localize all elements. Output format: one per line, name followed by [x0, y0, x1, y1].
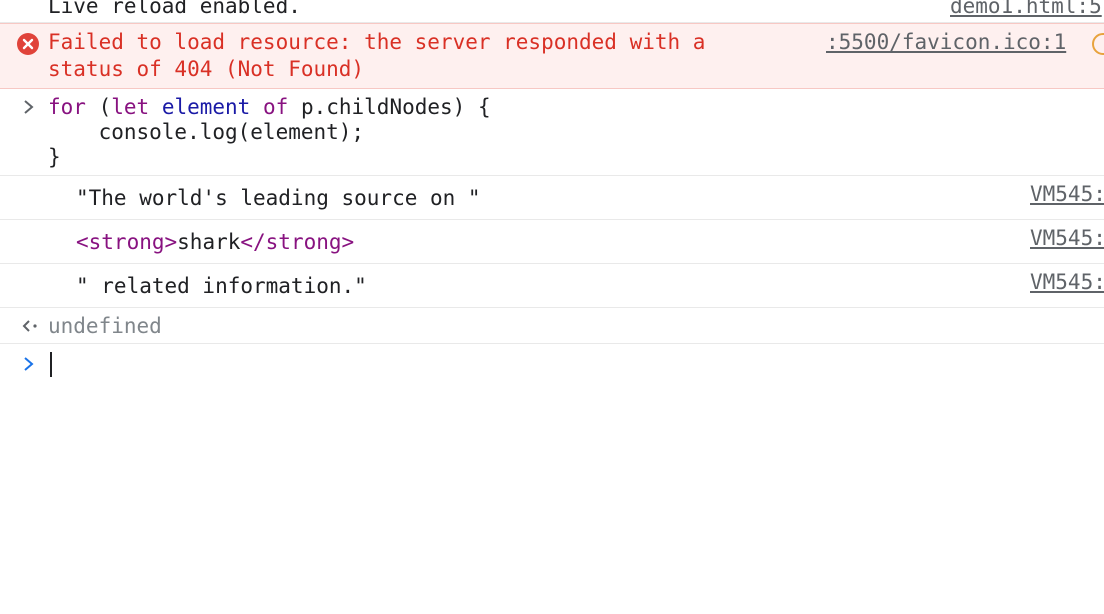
chevron-right-icon [24, 357, 34, 371]
error-message-line1: Failed to load resource: the server resp… [48, 30, 706, 54]
info-message-text: Live reload enabled. [48, 0, 301, 18]
result-value: undefined [48, 314, 162, 338]
log-source-link[interactable]: VM545:2 [1030, 269, 1104, 295]
variable-element: element [161, 95, 251, 119]
console-message-info: Live reload enabled. demo1.html:5 [0, 0, 1104, 23]
open-tag: <strong> [76, 230, 178, 254]
console-result: undefined [0, 308, 1104, 344]
console-log-output: " related information." VM545:2 [0, 264, 1104, 308]
command-line2: console.log(element); [48, 120, 365, 144]
log-text-node-2[interactable]: " related information." [76, 273, 367, 299]
command-line3: } [48, 145, 61, 169]
console-log-output: <strong>shark</strong> VM545:2 [0, 220, 1104, 264]
log-source-link[interactable]: VM545:2 [1030, 181, 1104, 207]
text-cursor [50, 352, 52, 377]
console-log-output: "The world's leading source on " VM545:2 [0, 176, 1104, 220]
console-prompt[interactable] [0, 344, 1104, 386]
info-source-link[interactable]: demo1.html:5 [950, 0, 1102, 19]
devtools-console: Live reload enabled. demo1.html:5 Failed… [0, 0, 1104, 614]
log-element-node[interactable]: <strong>shark</strong> [76, 229, 354, 255]
command-line1: for (let element of p.childNodes) { [48, 94, 491, 120]
keyword-let: let [111, 95, 150, 119]
console-message-error: Failed to load resource: the server resp… [0, 23, 1104, 89]
chevron-right-icon [24, 100, 34, 114]
element-inner-text: shark [177, 230, 241, 254]
error-source-link[interactable]: :5500/favicon.ico:1 [826, 29, 1066, 55]
close-tag: </strong> [240, 230, 355, 254]
log-text-node-1[interactable]: "The world's leading source on " [76, 185, 481, 211]
open-paren: ( [85, 95, 112, 119]
return-arrow-icon [22, 320, 37, 332]
command-line1-rest: p.childNodes) { [288, 95, 491, 119]
error-message-line2: status of 404 (Not Found) [48, 57, 365, 81]
error-circle-icon [17, 33, 39, 55]
warning-icon [1092, 33, 1104, 55]
console-input-command: for (let element of p.childNodes) { cons… [0, 89, 1104, 176]
keyword-of: of [263, 95, 289, 119]
log-source-link[interactable]: VM545:2 [1030, 225, 1104, 251]
keyword-for: for [48, 95, 86, 119]
